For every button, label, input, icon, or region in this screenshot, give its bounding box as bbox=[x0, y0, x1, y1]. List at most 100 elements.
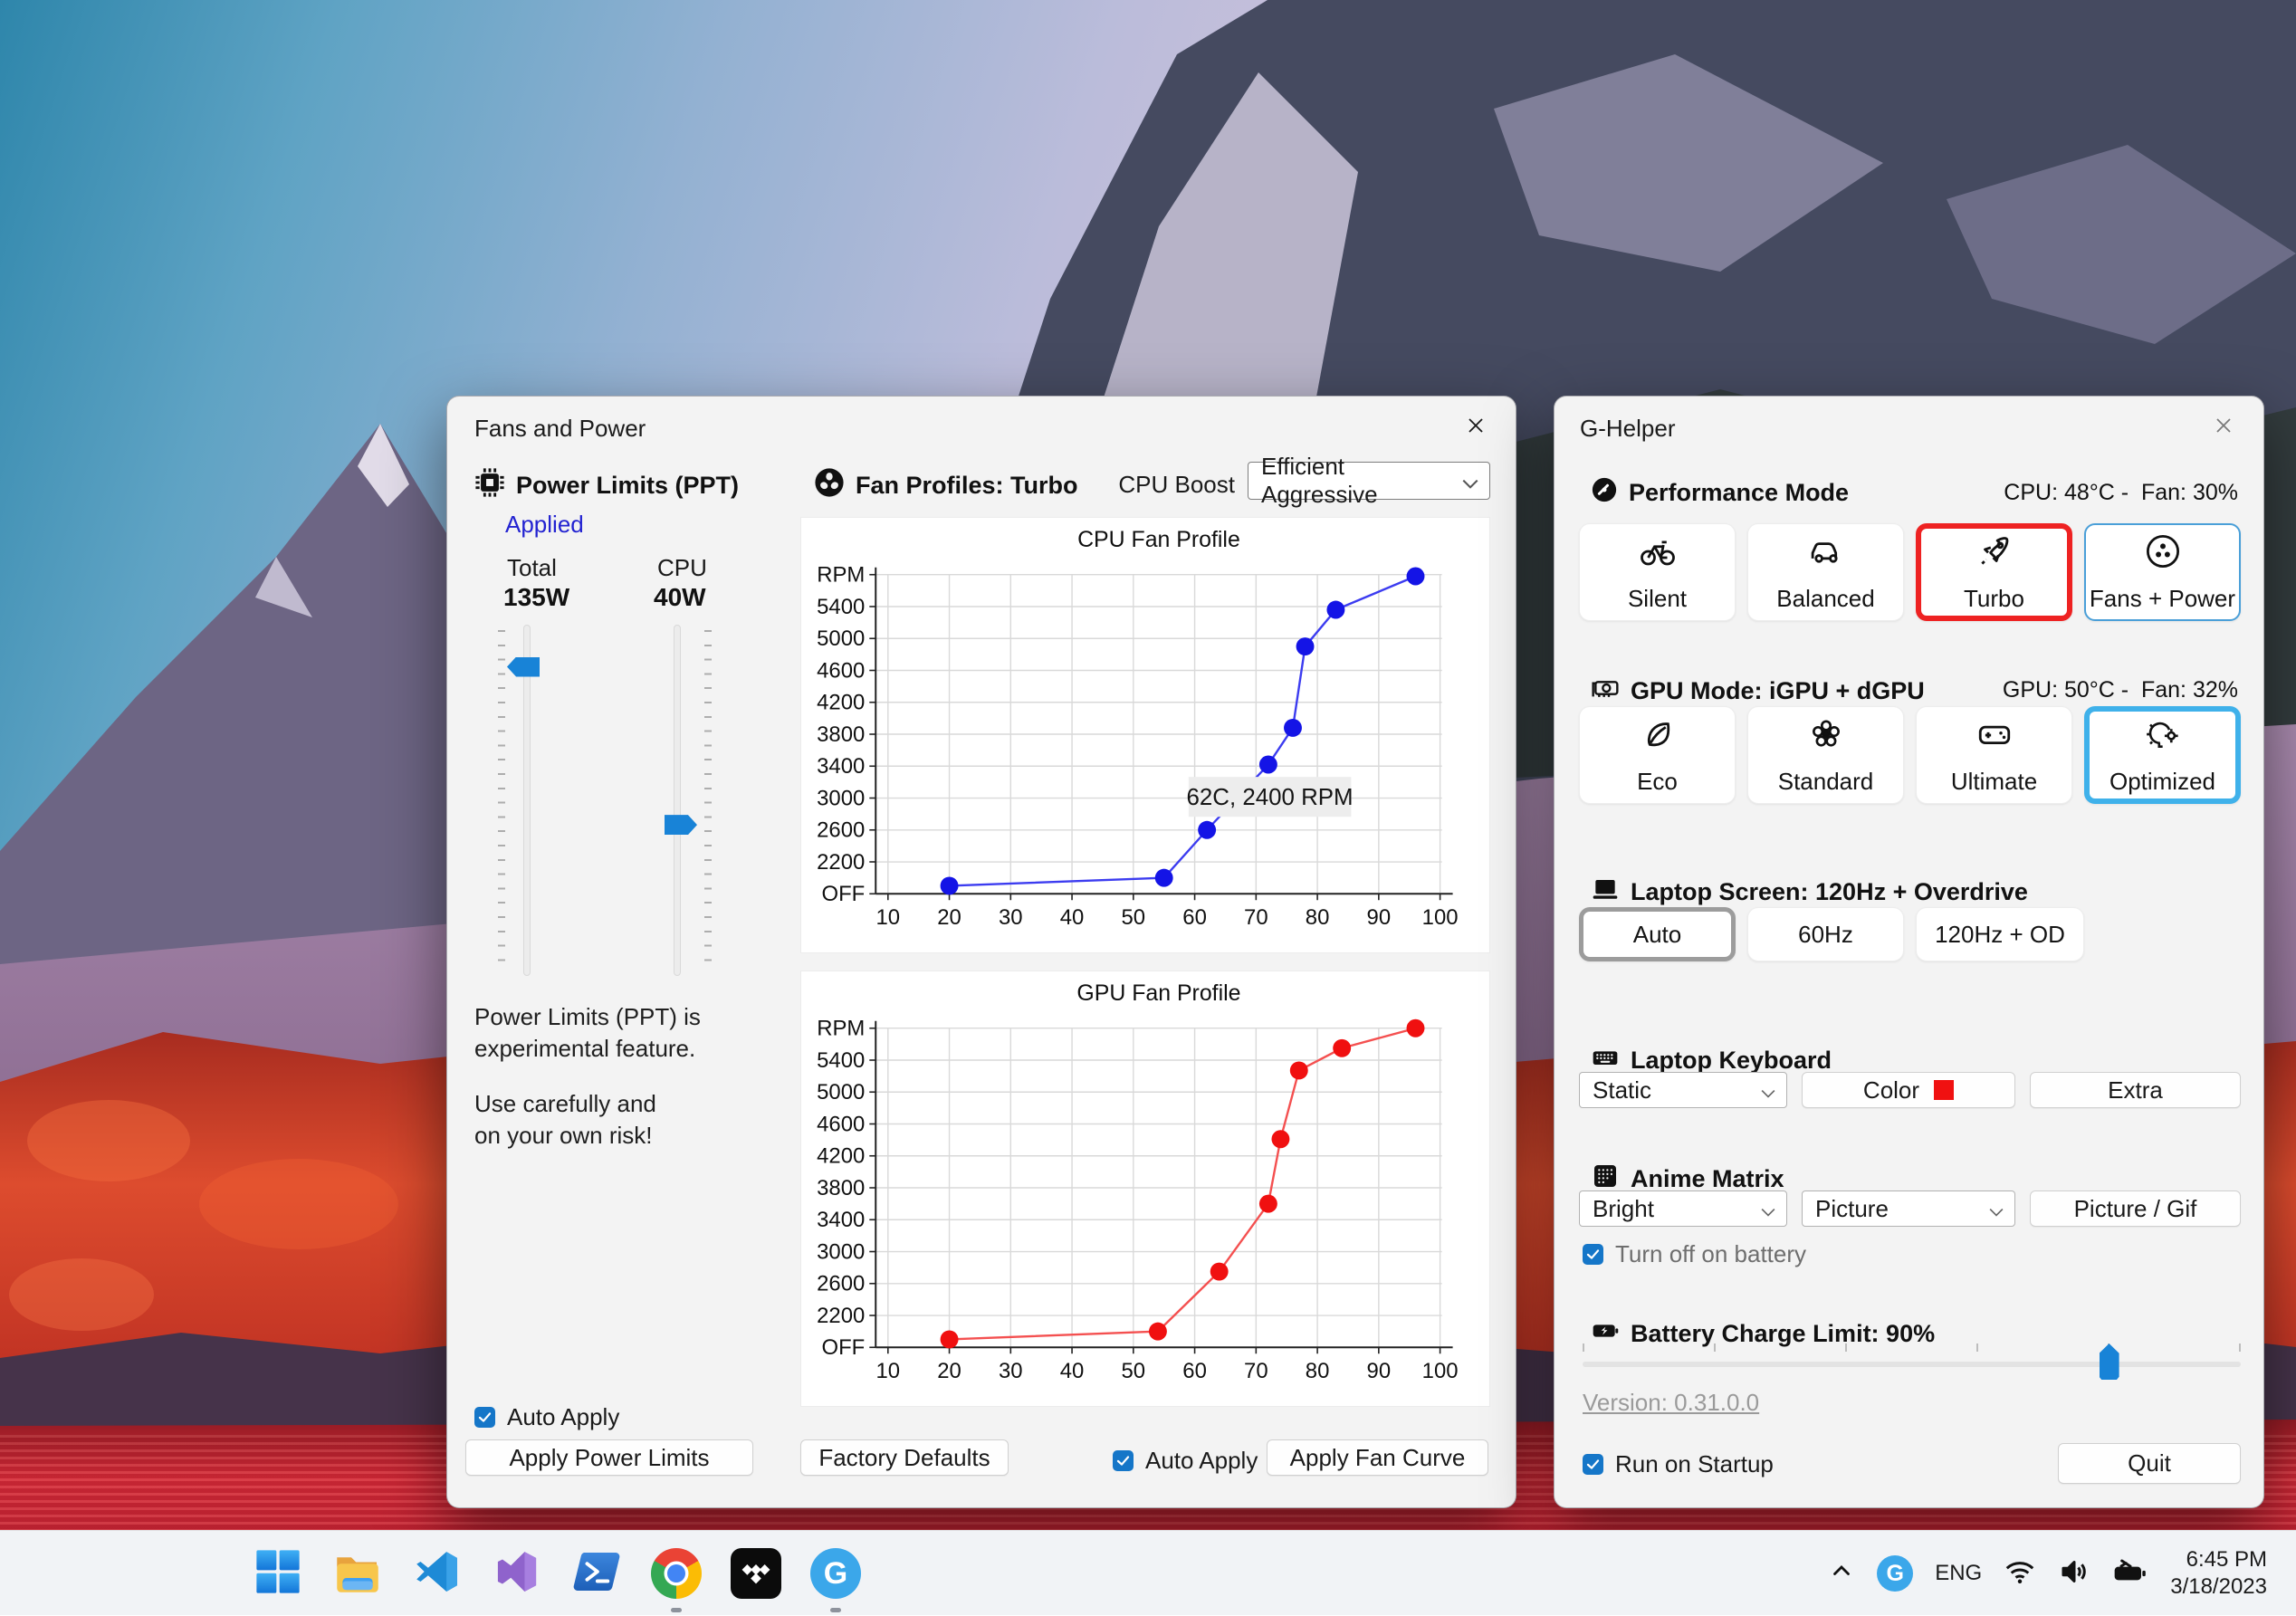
anime-brightness-dropdown[interactable]: Bright bbox=[1579, 1190, 1787, 1227]
keyboard-extra-button[interactable]: Extra bbox=[2030, 1072, 2241, 1108]
cpu-power-slider[interactable] bbox=[674, 625, 681, 976]
svg-text:60: 60 bbox=[1182, 905, 1207, 930]
tidal-button[interactable] bbox=[727, 1544, 785, 1602]
power-limits-note-2: Use carefully and on your own risk! bbox=[474, 1088, 656, 1152]
perf-silent-button[interactable]: Silent bbox=[1579, 523, 1736, 621]
total-slider-ticks bbox=[498, 630, 505, 972]
chip-icon bbox=[474, 467, 505, 504]
total-slider-value: 135W bbox=[503, 583, 569, 612]
turn-off-on-battery-checkbox[interactable] bbox=[1583, 1244, 1603, 1265]
svg-text:4600: 4600 bbox=[817, 1112, 865, 1136]
svg-text:2600: 2600 bbox=[817, 818, 865, 843]
auto-apply-power-checkbox[interactable] bbox=[474, 1407, 495, 1428]
cpu-slider-ticks bbox=[704, 630, 712, 972]
perf-turbo-button[interactable]: Turbo bbox=[1916, 523, 2072, 621]
svg-text:3800: 3800 bbox=[817, 1176, 865, 1200]
screen-120hz-od-button[interactable]: 120Hz + OD bbox=[1916, 907, 2084, 961]
power-limits-note-1: Power Limits (PPT) is experimental featu… bbox=[474, 1001, 701, 1065]
applied-status[interactable]: Applied bbox=[505, 511, 584, 539]
svg-text:5000: 5000 bbox=[817, 1080, 865, 1104]
vscode-button[interactable] bbox=[408, 1544, 466, 1602]
wifi-icon[interactable] bbox=[2004, 1555, 2036, 1592]
tidal-icon bbox=[731, 1548, 781, 1599]
total-slider-thumb[interactable] bbox=[507, 657, 540, 677]
chevron-down-icon bbox=[1761, 1076, 1775, 1104]
svg-text:2600: 2600 bbox=[817, 1272, 865, 1296]
close-button[interactable] bbox=[2200, 407, 2247, 447]
chevron-down-icon bbox=[1989, 1195, 2004, 1223]
taskbar: G G ENG 6:45 PM 3/18/2023 bbox=[0, 1530, 2296, 1615]
system-tray: G ENG 6:45 PM 3/18/2023 bbox=[1828, 1531, 2267, 1616]
cpu-boost-label: CPU Boost bbox=[1072, 471, 1235, 499]
keyboard-mode-dropdown[interactable]: Static bbox=[1579, 1072, 1787, 1108]
taskbar-clock[interactable]: 6:45 PM 3/18/2023 bbox=[2170, 1546, 2267, 1601]
apply-fan-curve-button[interactable]: Apply Fan Curve bbox=[1267, 1439, 1488, 1476]
auto-apply-fan-label: Auto Apply bbox=[1145, 1447, 1258, 1475]
laptop-icon bbox=[1591, 875, 1620, 910]
factory-defaults-button[interactable]: Factory Defaults bbox=[800, 1439, 1009, 1476]
run-on-startup-checkbox[interactable] bbox=[1583, 1454, 1603, 1475]
fan-icon bbox=[814, 467, 845, 504]
screen-auto-button[interactable]: Auto bbox=[1579, 907, 1736, 961]
battery-charging-icon[interactable] bbox=[2112, 1556, 2148, 1592]
battery-slider-ticks bbox=[1583, 1343, 2241, 1352]
clock-date: 3/18/2023 bbox=[2170, 1573, 2267, 1601]
ghelper-tray-icon[interactable]: G bbox=[1877, 1555, 1913, 1592]
file-explorer-button[interactable] bbox=[329, 1544, 387, 1602]
gpu-eco-button[interactable]: Eco bbox=[1579, 706, 1736, 804]
svg-text:50: 50 bbox=[1122, 1359, 1146, 1383]
language-indicator[interactable]: ENG bbox=[1935, 1561, 1982, 1586]
ghelper-taskbar-button[interactable]: G bbox=[807, 1544, 865, 1602]
power-limits-header: Power Limits (PPT) bbox=[474, 467, 739, 504]
gpu-ultimate-button[interactable]: Ultimate bbox=[1916, 706, 2072, 804]
version-link[interactable]: Version: 0.31.0.0 bbox=[1583, 1389, 1759, 1417]
cpu-temp-status: CPU: 48°C - Fan: 30% bbox=[2004, 480, 2238, 506]
powershell-icon bbox=[571, 1546, 622, 1602]
svg-text:4200: 4200 bbox=[817, 1144, 865, 1169]
apply-power-limits-button[interactable]: Apply Power Limits bbox=[465, 1439, 753, 1476]
running-indicator bbox=[830, 1608, 841, 1612]
svg-text:80: 80 bbox=[1306, 1359, 1330, 1383]
perf-balanced-button[interactable]: Balanced bbox=[1747, 523, 1904, 621]
quit-button[interactable]: Quit bbox=[2058, 1443, 2241, 1484]
powershell-button[interactable] bbox=[568, 1544, 626, 1602]
chrome-icon bbox=[651, 1548, 702, 1599]
cpu-boost-dropdown[interactable]: Efficient Aggressive bbox=[1248, 462, 1490, 500]
start-button[interactable] bbox=[249, 1544, 307, 1602]
chrome-button[interactable] bbox=[647, 1544, 705, 1602]
battery-charge-slider[interactable] bbox=[1583, 1362, 2241, 1367]
auto-apply-fan-row: Auto Apply bbox=[1113, 1447, 1258, 1475]
tray-chevron-up-icon[interactable] bbox=[1828, 1558, 1855, 1590]
keyboard-color-button[interactable]: Color bbox=[1802, 1072, 2015, 1108]
gpu-standard-button[interactable]: Standard bbox=[1747, 706, 1904, 804]
cpu-fan-chart[interactable]: OFF220026003000340038004200460050005400R… bbox=[800, 517, 1490, 953]
perf-fans-power-button[interactable]: Fans + Power bbox=[2084, 523, 2241, 621]
volume-icon[interactable] bbox=[2058, 1555, 2090, 1592]
total-power-slider[interactable] bbox=[523, 625, 531, 976]
bicycle-icon bbox=[1639, 532, 1677, 577]
clock-time: 6:45 PM bbox=[2170, 1546, 2267, 1573]
svg-text:3000: 3000 bbox=[817, 786, 865, 810]
run-on-startup-row: Run on Startup bbox=[1583, 1450, 1774, 1478]
auto-apply-fan-checkbox[interactable] bbox=[1113, 1450, 1134, 1471]
optimized-icon bbox=[2144, 715, 2182, 760]
svg-text:80: 80 bbox=[1306, 905, 1330, 930]
svg-text:20: 20 bbox=[937, 905, 961, 930]
visual-studio-button[interactable] bbox=[488, 1544, 546, 1602]
picture-gif-button[interactable]: Picture / Gif bbox=[2030, 1190, 2241, 1227]
total-slider-label: Total bbox=[507, 554, 557, 582]
vscode-icon bbox=[413, 1547, 462, 1601]
svg-text:3400: 3400 bbox=[817, 1208, 865, 1232]
cpu-slider-thumb[interactable] bbox=[665, 815, 697, 835]
svg-text:5400: 5400 bbox=[817, 1048, 865, 1073]
fan-profiles-header: Fan Profiles: Turbo bbox=[814, 467, 1078, 504]
svg-text:70: 70 bbox=[1244, 905, 1268, 930]
anime-mode-dropdown[interactable]: Picture bbox=[1802, 1190, 2015, 1227]
auto-apply-power-row: Auto Apply bbox=[474, 1403, 619, 1431]
close-button[interactable] bbox=[1452, 407, 1499, 447]
taskbar-apps: G bbox=[249, 1544, 865, 1602]
gpu-fan-chart[interactable]: OFF220026003000340038004200460050005400R… bbox=[800, 971, 1490, 1407]
screen-60hz-button[interactable]: 60Hz bbox=[1747, 907, 1904, 961]
gpu-optimized-button[interactable]: Optimized bbox=[2084, 706, 2241, 804]
svg-text:10: 10 bbox=[876, 905, 901, 930]
